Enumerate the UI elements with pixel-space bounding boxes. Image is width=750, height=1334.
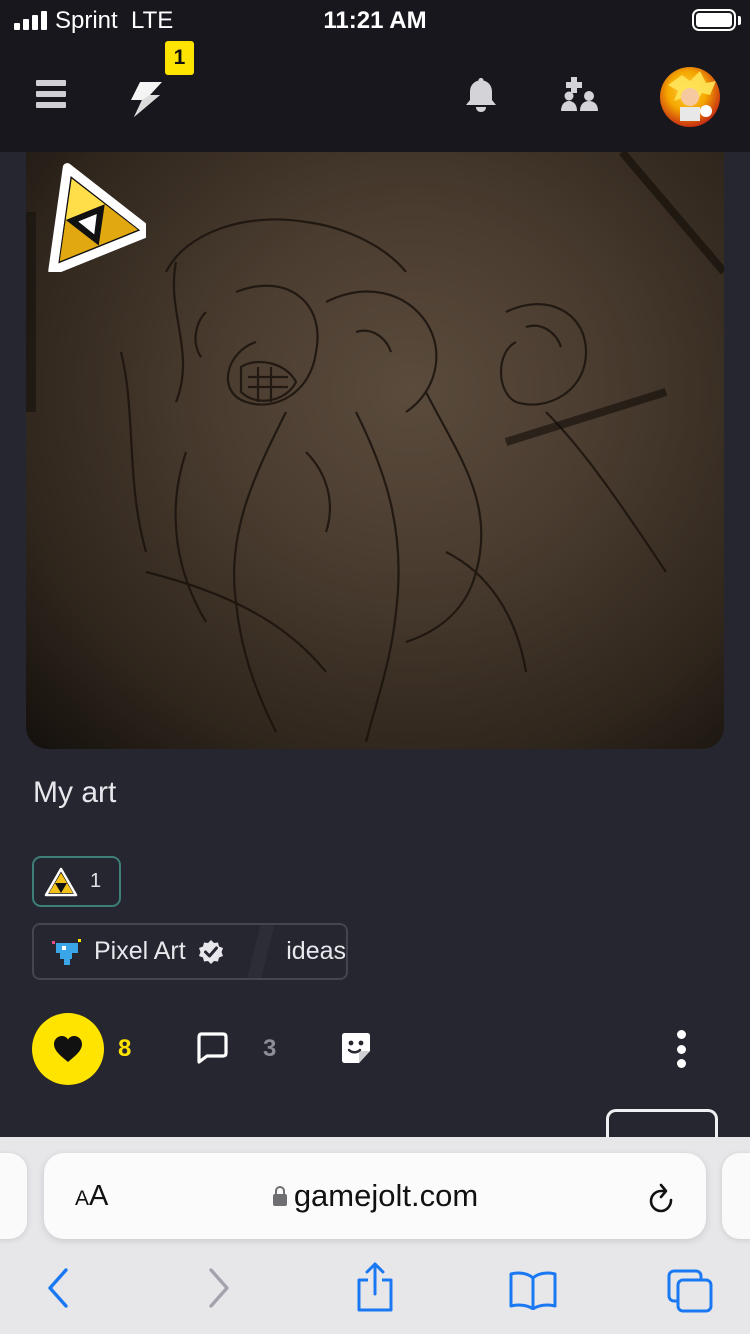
community-name: Pixel Art xyxy=(94,937,186,965)
like-count: 8 xyxy=(118,1035,132,1062)
bell-icon[interactable] xyxy=(464,76,498,114)
community-channel-pill[interactable]: Pixel Art ideas xyxy=(32,923,348,980)
triforce-sticker-icon xyxy=(44,867,78,896)
tabs-button[interactable] xyxy=(666,1268,714,1314)
app-top-nav: 1 xyxy=(0,40,750,152)
channel-name[interactable]: ideas xyxy=(286,937,346,966)
reload-icon[interactable] xyxy=(644,1180,678,1216)
add-sticker-icon[interactable] xyxy=(339,1030,373,1066)
post-image[interactable] xyxy=(26,152,724,749)
triforce-sticker xyxy=(48,163,146,272)
notification-count-badge: 1 xyxy=(165,41,194,75)
back-button[interactable] xyxy=(44,1266,72,1310)
next-tab-preview[interactable] xyxy=(722,1153,750,1239)
pixel-art-community-icon xyxy=(52,938,81,965)
sticker-reaction-chip[interactable]: 1 xyxy=(32,856,121,907)
battery-icon xyxy=(692,9,736,31)
comment-icon[interactable] xyxy=(195,1031,229,1065)
forward-button[interactable] xyxy=(205,1266,233,1310)
post-text: My art xyxy=(33,776,117,809)
like-button[interactable] xyxy=(32,1013,104,1085)
user-avatar[interactable] xyxy=(660,67,720,127)
battery-nub xyxy=(738,16,741,25)
community-link[interactable]: Pixel Art xyxy=(34,925,260,978)
comment-count: 3 xyxy=(263,1035,277,1062)
address-bar[interactable]: AA gamejolt.com xyxy=(44,1153,706,1239)
verified-badge-icon xyxy=(198,939,223,964)
jolt-bolt-icon[interactable] xyxy=(126,80,166,118)
heart-icon xyxy=(54,1036,82,1062)
more-options-icon[interactable] xyxy=(677,1030,687,1068)
share-button[interactable] xyxy=(355,1260,395,1314)
previous-tab-preview[interactable] xyxy=(0,1153,27,1239)
bookmarks-button[interactable] xyxy=(508,1270,558,1310)
status-bar: Sprint LTE 11:21 AM xyxy=(0,0,750,40)
url-text: gamejolt.com xyxy=(293,1178,479,1213)
friends-icon[interactable] xyxy=(560,77,600,113)
status-time: 11:21 AM xyxy=(323,7,427,34)
menu-icon[interactable] xyxy=(36,80,66,108)
url-display: gamejolt.com xyxy=(44,1178,706,1214)
lock-icon xyxy=(272,1185,287,1206)
reaction-count: 1 xyxy=(90,870,102,892)
